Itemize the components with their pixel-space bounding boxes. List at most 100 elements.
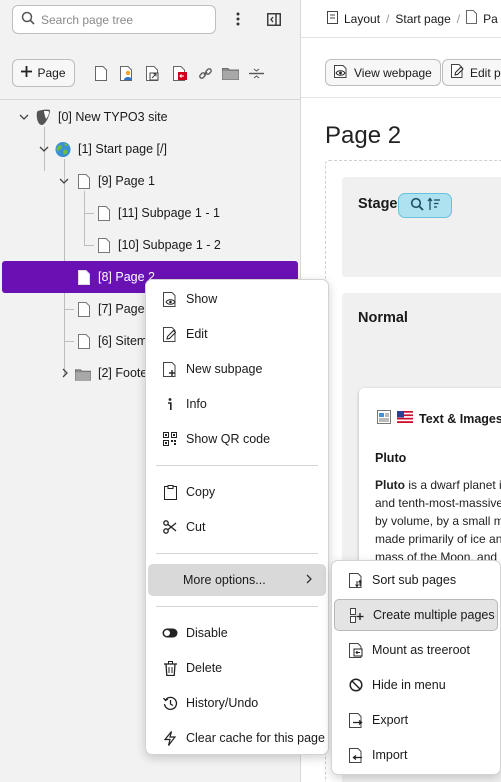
typo3-site-icon (35, 108, 51, 126)
chevron-right-icon (306, 573, 312, 587)
menu-item-label: Edit (186, 327, 208, 341)
menu-item-label: Show QR code (186, 432, 271, 446)
search-input[interactable] (41, 12, 211, 27)
divider-icon[interactable] (247, 64, 265, 82)
menu-item-label: Cut (186, 520, 206, 534)
search-icon (410, 197, 424, 214)
plus-icon (21, 66, 33, 80)
menu-item-label: Show (186, 292, 218, 306)
breadcrumb-separator: / (386, 11, 390, 26)
menu-item-copy[interactable]: Copy (148, 476, 326, 508)
breadcrumb-item[interactable]: Layout (344, 12, 380, 26)
stage-column (342, 177, 501, 277)
tree-node-subpage-1-2[interactable]: [10] Subpage 1 - 2 (0, 232, 300, 258)
tree-search-field[interactable] (12, 5, 216, 34)
stage-column-title: Stage (358, 196, 398, 212)
menu-divider (156, 553, 318, 554)
stage-badge[interactable] (398, 193, 452, 218)
body-bold-word: Pluto (375, 478, 405, 492)
layout-module-icon (327, 10, 338, 27)
toggle-icon (162, 625, 178, 641)
tree-node-label: [10] Subpage 1 - 2 (118, 238, 221, 252)
tree-node-start-page[interactable]: [1] Start page [/] (0, 136, 300, 162)
breadcrumb: Layout / Start page / Pa (301, 0, 501, 38)
normal-column-title: Normal (358, 310, 408, 326)
page-icon (466, 10, 478, 27)
menu-item-qr-code[interactable]: Show QR code (148, 423, 326, 455)
collapse-panel-icon[interactable] (263, 8, 285, 30)
menu-item-create-multiple-pages[interactable]: Create multiple pages (334, 599, 498, 631)
chevron-down-icon[interactable] (18, 111, 30, 123)
view-webpage-label: View webpage (354, 65, 432, 80)
qr-code-icon (162, 431, 178, 447)
menu-item-label: Copy (186, 485, 216, 499)
tree-node-label: [9] Page 1 (98, 174, 155, 188)
new-page-button[interactable]: Page (12, 59, 75, 87)
edit-icon (162, 326, 178, 342)
tree-node-page-1[interactable]: [9] Page 1 (0, 168, 300, 194)
page-icon (96, 236, 112, 254)
tree-node-label: [2] Foote (98, 366, 148, 380)
menu-item-new-subpage[interactable]: New subpage (148, 353, 326, 385)
menu-item-more-options[interactable]: More options... (148, 564, 326, 596)
tree-node-root[interactable]: [0] New TYPO3 site (0, 104, 300, 130)
content-element-type: Text & Images (419, 411, 501, 426)
export-icon (348, 712, 364, 728)
edit-page-button[interactable]: Edit pa (442, 59, 501, 86)
menu-item-clear-cache[interactable]: Clear cache for this page (148, 722, 326, 754)
menu-item-label: Export (372, 713, 409, 727)
text-image-icon (377, 410, 391, 427)
tree-node-subpage-1-1[interactable]: [11] Subpage 1 - 1 (0, 200, 300, 226)
page-icon (76, 172, 92, 190)
folder-icon[interactable] (221, 64, 239, 82)
more-vertical-icon[interactable] (227, 8, 249, 30)
chevron-right-icon[interactable] (59, 367, 71, 379)
chevron-down-icon[interactable] (58, 175, 70, 187)
breadcrumb-item[interactable]: Start page (395, 12, 450, 26)
tree-node-label: [6] Sitem (98, 334, 148, 348)
menu-divider (156, 465, 318, 466)
menu-item-export[interactable]: Export (334, 704, 498, 736)
eye-icon (334, 64, 349, 81)
menu-item-mount-as-treeroot[interactable]: Mount as treeroot (334, 634, 498, 666)
menu-item-delete[interactable]: Delete (148, 652, 326, 684)
body-line: is a dwarf planet i (405, 478, 501, 492)
new-page-icon (162, 361, 178, 377)
menu-item-disable[interactable]: Disable (148, 617, 326, 649)
folder-icon (75, 365, 91, 383)
menu-item-info[interactable]: Info (148, 388, 326, 420)
menu-item-label: Delete (186, 661, 223, 675)
new-page-label: Page (37, 66, 66, 80)
menu-item-edit[interactable]: Edit (148, 318, 326, 350)
page-doktype-icon[interactable] (92, 64, 110, 82)
tree-node-label: [1] Start page [/] (78, 142, 167, 156)
menu-item-label: Mount as treeroot (372, 643, 470, 657)
menu-item-hide-in-menu[interactable]: Hide in menu (334, 669, 498, 701)
breadcrumb-item[interactable]: Pa (483, 12, 498, 26)
menu-item-label: History/Undo (186, 696, 259, 710)
scissors-icon (162, 519, 178, 535)
page-icon (76, 300, 92, 318)
lightning-icon (162, 730, 178, 746)
backend-user-section-icon[interactable] (118, 64, 136, 82)
copy-icon (162, 484, 178, 500)
tree-node-label: [0] New TYPO3 site (58, 110, 168, 124)
view-webpage-button[interactable]: View webpage (325, 59, 441, 86)
menu-item-label: New subpage (186, 362, 263, 376)
menu-item-show[interactable]: Show (148, 283, 326, 315)
link-icon[interactable] (196, 64, 214, 82)
mountpoint-page-icon[interactable] (171, 64, 189, 82)
content-element-header: Text & Images (377, 410, 501, 427)
breadcrumb-separator: / (456, 11, 461, 26)
menu-item-cut[interactable]: Cut (148, 511, 326, 543)
content-element-card[interactable]: Text & Images Pluto Pluto is a dwarf pla… (359, 388, 501, 588)
shortcut-page-icon[interactable] (144, 64, 162, 82)
menu-item-import[interactable]: Import (334, 739, 498, 771)
chevron-down-icon[interactable] (38, 143, 50, 155)
edit-page-label: Edit pa (470, 65, 501, 80)
page-icon (96, 204, 112, 222)
menu-item-history[interactable]: History/Undo (148, 687, 326, 719)
sort-pages-icon (348, 572, 364, 588)
menu-item-sort-sub-pages[interactable]: Sort sub pages (334, 564, 498, 596)
info-icon (162, 396, 178, 412)
